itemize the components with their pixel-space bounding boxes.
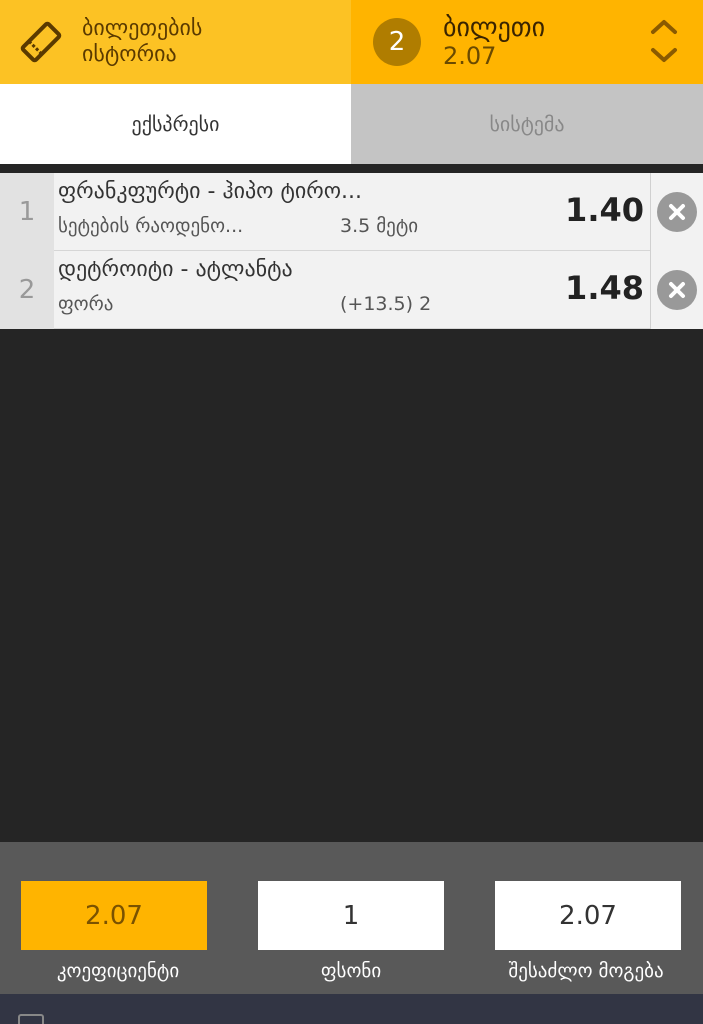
ticket-odds: 2.07 (443, 42, 497, 70)
bet-market: სეტების რაოდენო... (58, 215, 244, 237)
tab-system[interactable]: სისტემა (351, 84, 703, 164)
coefficient-field: 2.07 (21, 881, 207, 950)
bet-market: ფორა (58, 293, 114, 315)
bet-selection: 3.5 მეტი (340, 215, 419, 237)
bet-type-tabs: ექსპრესი სისტემა (0, 84, 703, 164)
header: ბილეთების ისტორია 2 ბილეთი 2.07 (0, 0, 703, 84)
bet-index: 1 (0, 173, 54, 251)
ticket-count-badge: 2 (373, 18, 421, 66)
bet-row: 1 ფრანკფურტი - ჰიპო ტირო... სეტების რაოდ… (0, 173, 703, 251)
bet-event: ფრანკფურტი - ჰიპო ტირო... (58, 179, 363, 204)
bet-details[interactable]: დეტროიტი - ატლანტა ფორა (+13.5) 2 1.48 (54, 251, 650, 328)
bets-list: 1 ფრანკფურტი - ჰიპო ტირო... სეტების რაოდ… (0, 173, 703, 329)
bet-row: 2 დეტროიტი - ატლანტა ფორა (+13.5) 2 1.48 (0, 251, 703, 329)
expand-collapse-icon[interactable] (649, 16, 679, 66)
remove-bet-button[interactable] (650, 173, 703, 251)
bet-odds: 1.40 (565, 191, 644, 229)
bet-odds: 1.48 (565, 269, 644, 307)
bet-selection: (+13.5) 2 (340, 293, 432, 315)
close-icon (657, 270, 697, 310)
bet-slip-footer: 2.07 1 2.07 კოეფიციენტი ფსონი შესაძლო მო… (0, 842, 703, 994)
bet-index: 2 (0, 251, 54, 329)
possible-win-field: 2.07 (495, 881, 681, 950)
ticket-history-button[interactable]: ბილეთების ისტორია (0, 0, 351, 84)
stake-input[interactable]: 1 (258, 881, 444, 950)
ticket-label: ბილეთი (443, 13, 546, 43)
ticket-history-label: ბილეთების ისტორია (82, 16, 203, 67)
remove-bet-button[interactable] (650, 251, 703, 329)
ticket-icon (18, 19, 64, 65)
tab-express[interactable]: ექსპრესი (0, 84, 351, 164)
bet-details[interactable]: ფრანკფურტი - ჰიპო ტირო... სეტების რაოდენ… (54, 173, 650, 250)
bottom-bar (0, 994, 703, 1024)
close-icon (657, 192, 697, 232)
coefficient-label: კოეფიციენტი (56, 960, 180, 982)
bet-event: დეტროიტი - ატლანტა (58, 257, 293, 282)
possible-win-label: შესაძლო მოგება (508, 960, 664, 982)
checkbox[interactable] (18, 1014, 44, 1024)
ticket-summary[interactable]: 2 ბილეთი 2.07 (351, 0, 703, 84)
stake-label: ფსონი (320, 960, 382, 982)
